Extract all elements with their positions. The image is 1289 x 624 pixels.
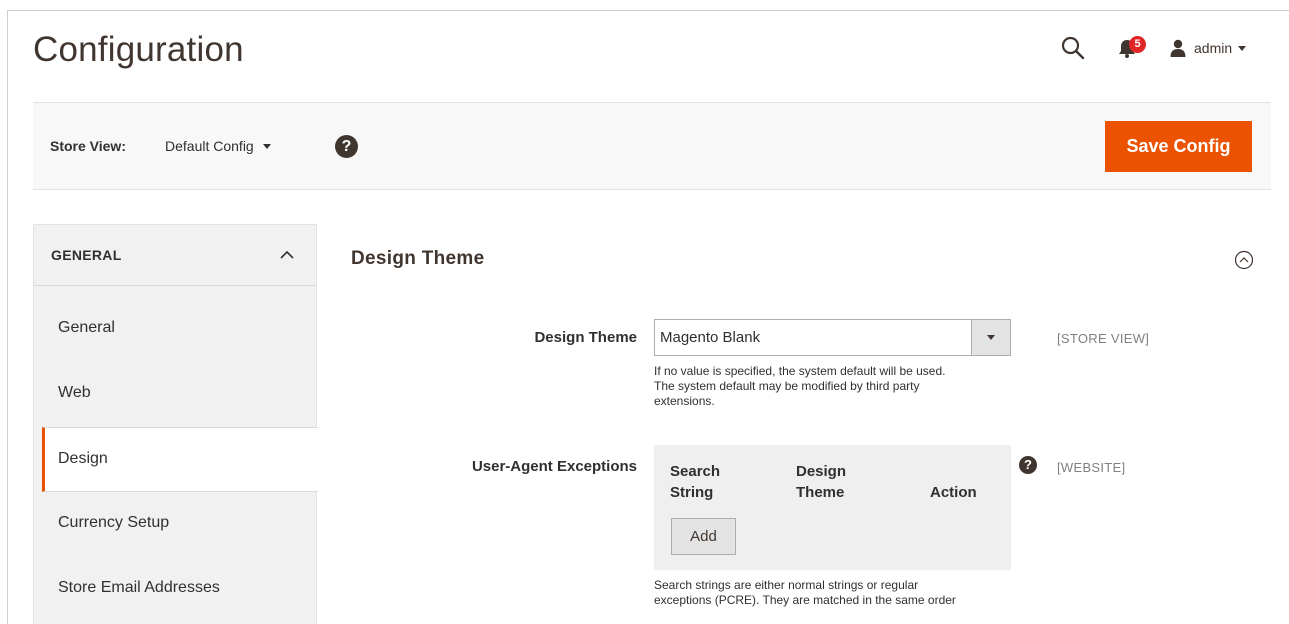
scope-store-view: [STORE VIEW] <box>1057 331 1150 346</box>
design-theme-note: If no value is specified, the system def… <box>654 364 1014 409</box>
collapse-circle-icon[interactable] <box>1234 250 1254 270</box>
chevron-down-icon <box>1238 45 1247 51</box>
sidebar-item-web[interactable]: Web <box>34 362 316 427</box>
note-line: If no value is specified, the system def… <box>654 364 946 378</box>
frame-top-border <box>7 10 1289 11</box>
add-exception-button[interactable]: Add <box>671 518 736 555</box>
design-theme-select[interactable]: Magento Blank <box>654 319 1011 356</box>
tooltip-icon[interactable]: ? <box>1019 456 1037 474</box>
store-view-switcher[interactable]: Default Config <box>165 138 271 154</box>
scope-website: [WEBSITE] <box>1057 460 1126 475</box>
column-action: Action <box>930 484 977 501</box>
user-icon <box>1170 39 1186 57</box>
search-icon[interactable] <box>1061 36 1085 60</box>
page-title: Configuration <box>33 30 244 69</box>
section-title[interactable]: Design Theme <box>351 248 484 270</box>
user-agent-exceptions-label: User-Agent Exceptions <box>471 458 637 475</box>
frame-left-border <box>7 10 8 624</box>
sidebar-item-store-email-addresses[interactable]: Store Email Addresses <box>34 557 316 622</box>
sidebar-item-design[interactable]: Design <box>42 427 318 492</box>
sidebar-item-label: Design <box>58 450 108 467</box>
store-view-value: Default Config <box>165 138 254 154</box>
note-line: exceptions (PCRE). They are matched in t… <box>654 593 956 607</box>
column-design-theme: Design Theme <box>796 463 847 501</box>
sidebar-group-general[interactable]: GENERAL <box>34 225 316 286</box>
design-theme-value: Magento Blank <box>660 329 761 346</box>
chevron-up-icon <box>280 250 294 259</box>
chevron-down-icon <box>971 320 1010 355</box>
save-config-button[interactable]: Save Config <box>1105 121 1252 172</box>
exceptions-note: Search strings are either normal strings… <box>654 578 1014 608</box>
sidebar-item-general[interactable]: General <box>34 297 316 362</box>
sidebar-group-label: GENERAL <box>51 247 122 263</box>
sidebar-item-label: Store Email Addresses <box>58 579 220 596</box>
design-theme-label: Design Theme <box>534 329 637 346</box>
sidebar-item-label: Currency Setup <box>58 514 170 531</box>
sidebar-item-label: Web <box>58 384 91 401</box>
user-name: admin <box>1194 40 1233 56</box>
user-menu[interactable]: admin <box>1170 37 1247 59</box>
user-agent-exceptions-table: Search String Design Theme Action Add <box>654 445 1011 570</box>
column-search-string: Search String <box>670 463 721 501</box>
store-view-label: Store View: <box>50 138 126 154</box>
sidebar-item-label: General <box>58 319 115 336</box>
chevron-down-icon <box>262 143 271 149</box>
config-sidebar: GENERAL General Web Design Currency Setu… <box>33 224 318 624</box>
note-line: extensions. <box>654 394 715 408</box>
note-line: Search strings are either normal strings… <box>654 578 919 592</box>
note-line: The system default may be modified by th… <box>654 379 920 393</box>
notification-count-badge: 5 <box>1129 36 1146 53</box>
store-view-bar: Store View: Default Config ? Save Config <box>33 102 1271 190</box>
sidebar-item-currency-setup[interactable]: Currency Setup <box>34 492 316 557</box>
help-icon[interactable]: ? <box>335 135 358 158</box>
